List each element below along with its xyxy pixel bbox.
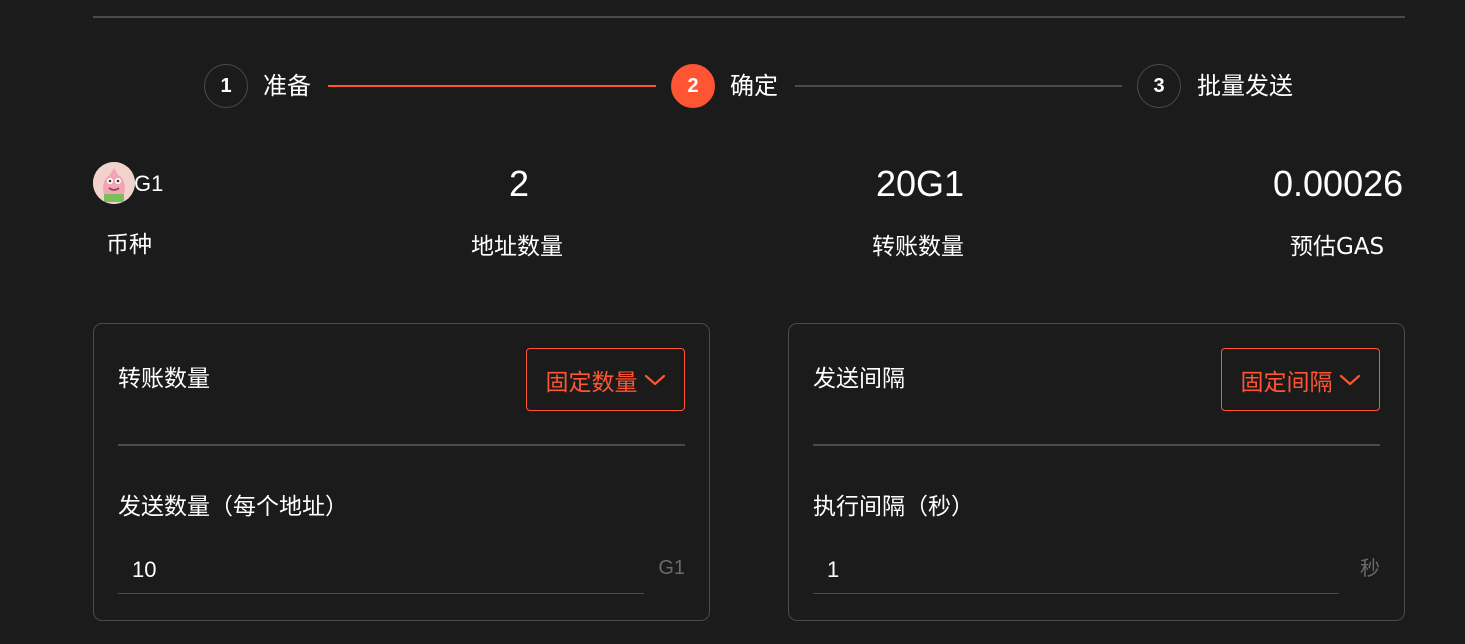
step-3-label: 批量发送 bbox=[1197, 72, 1293, 100]
card-divider bbox=[813, 444, 1380, 446]
amount-unit: G1 bbox=[658, 557, 685, 579]
batch-transfer-page: 1 准备 2 确定 3 批量发送 G1 币种 2 地址数量 20G1 转账数量 … bbox=[0, 0, 1465, 644]
token-avatar-icon bbox=[93, 162, 135, 204]
card-title: 发送间隔 bbox=[813, 366, 905, 392]
top-divider bbox=[93, 16, 1405, 18]
amount-input[interactable] bbox=[118, 546, 644, 594]
estimated-gas-label: 预估GAS bbox=[1290, 234, 1385, 260]
card-title: 转账数量 bbox=[118, 366, 210, 392]
step-3-circle: 3 bbox=[1137, 64, 1181, 108]
step-1-circle: 1 bbox=[204, 64, 248, 108]
token-label: 币种 bbox=[106, 232, 152, 258]
step-2-label: 确定 bbox=[730, 72, 778, 100]
address-count-value: 2 bbox=[509, 163, 530, 204]
interval-unit: 秒 bbox=[1360, 556, 1380, 580]
amount-mode-value: 固定数量 bbox=[545, 369, 638, 396]
step-connector-1 bbox=[328, 85, 656, 87]
token-name: G1 bbox=[134, 171, 164, 196]
interval-mode-select[interactable]: 固定间隔 bbox=[1221, 348, 1380, 411]
step-2-circle: 2 bbox=[671, 64, 715, 108]
amount-field-label: 发送数量（每个地址） bbox=[118, 494, 348, 520]
transfer-amount-label: 转账数量 bbox=[872, 234, 964, 260]
chevron-down-icon bbox=[644, 374, 665, 385]
step-1-label: 准备 bbox=[263, 72, 311, 100]
address-count-label: 地址数量 bbox=[471, 234, 563, 260]
step-connector-2 bbox=[795, 85, 1122, 87]
interval-field-label: 执行间隔（秒） bbox=[813, 494, 974, 520]
interval-mode-value: 固定间隔 bbox=[1240, 369, 1333, 396]
estimated-gas-value: 0.00026 bbox=[1273, 163, 1404, 204]
send-interval-card: 发送间隔 固定间隔 执行间隔（秒） 秒 bbox=[788, 323, 1405, 621]
transfer-amount-value: 20G1 bbox=[876, 163, 965, 204]
card-divider bbox=[118, 444, 685, 446]
transfer-amount-card: 转账数量 固定数量 发送数量（每个地址） G1 bbox=[93, 323, 710, 621]
interval-input[interactable] bbox=[813, 546, 1339, 594]
amount-mode-select[interactable]: 固定数量 bbox=[526, 348, 685, 411]
chevron-down-icon bbox=[1339, 374, 1360, 385]
